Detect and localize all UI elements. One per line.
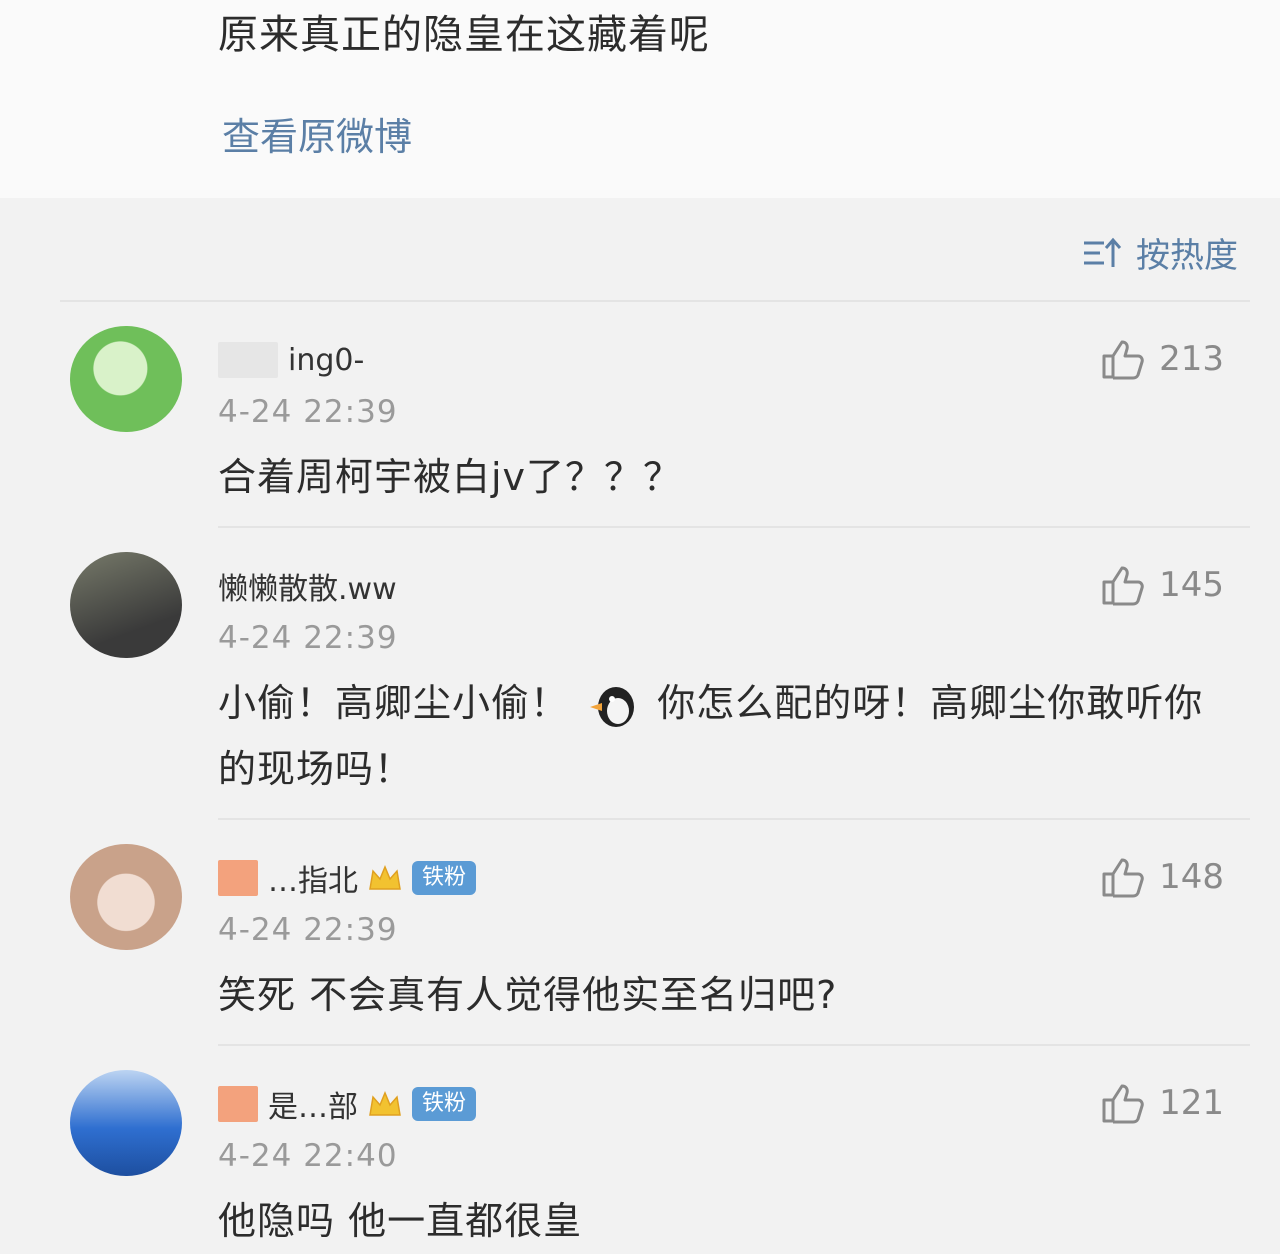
sort-by-hot-button[interactable]: 按热度: [1082, 228, 1238, 277]
like-button[interactable]: 121: [1101, 1082, 1224, 1124]
comment-text: 他隐吗 他一直都很皇: [218, 1199, 583, 1243]
like-count: 121: [1159, 1083, 1224, 1123]
post-section: 原来真正的隐皇在这藏着呢 查看原微博: [0, 0, 1280, 198]
comment-text: 笑死 不会真有人觉得他实至名归吧?: [218, 973, 838, 1017]
post-text: 原来真正的隐皇在这藏着呢: [218, 12, 710, 58]
penguin-emoji-icon: [590, 686, 635, 727]
comment-time: 4-24 22:39: [218, 912, 398, 948]
username-row: 是…部 铁粉: [218, 1082, 477, 1126]
like-count: 145: [1159, 565, 1224, 605]
avatar[interactable]: [70, 552, 182, 658]
divider: [218, 526, 1250, 528]
redaction-mask: [218, 860, 258, 896]
like-count: 148: [1159, 857, 1224, 897]
comment-time: 4-24 22:39: [218, 620, 398, 656]
sort-label: 按热度: [1136, 236, 1238, 276]
username[interactable]: ing0-: [288, 343, 364, 378]
comment-time: 4-24 22:40: [218, 1138, 398, 1174]
username[interactable]: 懒懒散散.ww: [218, 564, 397, 608]
view-original-link[interactable]: 查看原微博: [222, 106, 412, 161]
thumbs-up-icon: [1102, 566, 1144, 606]
username-row: …指北 铁粉: [218, 856, 477, 900]
divider: [218, 1044, 1250, 1046]
thumbs-up-icon: [1102, 858, 1144, 898]
comment-text: 小偷！高卿尘小偷！ 你怎么配的呀！高卿尘你敢听你的现场吗！: [218, 670, 1228, 802]
divider: [60, 300, 1250, 302]
iron-fan-badge: 铁粉: [412, 861, 477, 895]
thumbs-up-icon: [1102, 340, 1144, 380]
thumbs-up-icon: [1102, 1084, 1144, 1124]
avatar[interactable]: [70, 844, 182, 950]
crown-icon: [369, 1091, 401, 1116]
username-row: ing0-: [218, 340, 364, 380]
like-button[interactable]: 148: [1101, 856, 1224, 898]
username[interactable]: 是…部: [268, 1082, 358, 1126]
like-count: 213: [1159, 339, 1224, 379]
redaction-mask: [218, 342, 278, 378]
redaction-mask: [218, 1086, 258, 1122]
username-row: 懒懒散散.ww: [218, 564, 397, 608]
iron-fan-badge: 铁粉: [412, 1087, 477, 1121]
divider: [218, 818, 1250, 820]
like-button[interactable]: 145: [1101, 564, 1224, 606]
avatar[interactable]: [70, 326, 182, 432]
comment-text-part: 小偷！高卿尘小偷！: [218, 681, 570, 725]
crown-icon: [369, 865, 401, 890]
like-button[interactable]: 213: [1101, 338, 1224, 380]
comment-text: 合着周柯宇被白jv了？？？: [218, 455, 683, 499]
sort-icon: [1084, 237, 1122, 267]
avatar[interactable]: [70, 1070, 182, 1176]
username[interactable]: …指北: [268, 856, 358, 900]
comment-time: 4-24 22:39: [218, 394, 398, 430]
